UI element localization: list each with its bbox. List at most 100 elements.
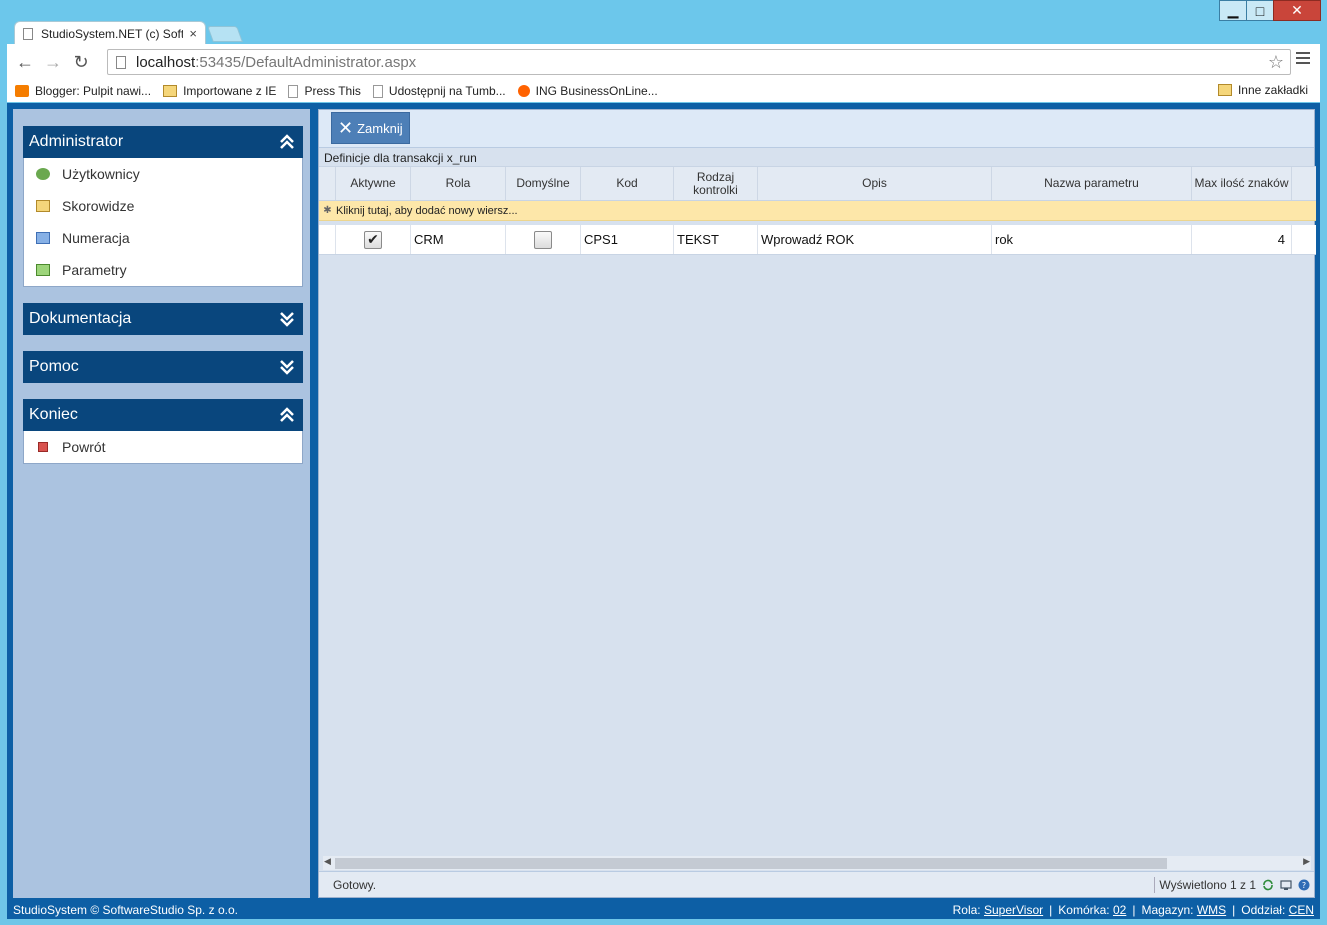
app-frame: Administrator Użytkownicy Skorowidze Num… (7, 103, 1320, 919)
panel-body: Powrót (23, 431, 303, 464)
folder-icon (1217, 84, 1232, 96)
chevron-down-icon[interactable] (279, 359, 295, 375)
page-icon (116, 55, 126, 69)
sidebar-item-powrot[interactable]: Powrót (24, 431, 302, 463)
column-header[interactable]: Rodzaj kontrolki (674, 167, 758, 200)
horizontal-scrollbar[interactable]: ◀ ▶ (323, 856, 1311, 870)
column-header[interactable]: Opis (758, 167, 992, 200)
panel-title: Dokumentacja (29, 310, 132, 327)
tab-title: StudioSystem.NET (c) Soft (41, 26, 184, 41)
close-icon: ✕ (338, 117, 354, 138)
page-icon (372, 84, 383, 98)
table-cell[interactable]: rok (992, 225, 1192, 254)
chevron-up-icon[interactable] (279, 134, 295, 150)
url-path: :53435/DefaultAdministrator.aspx (195, 53, 417, 71)
column-header[interactable]: Rola (411, 167, 506, 200)
new-tab-button[interactable] (207, 26, 243, 42)
column-header[interactable]: Aktywne (336, 167, 411, 200)
app-footer: StudioSystem © SoftwareStudio Sp. z o.o.… (7, 900, 1320, 919)
komorka-link[interactable]: 02 (1113, 903, 1126, 917)
maximize-button[interactable]: □ (1246, 0, 1274, 21)
panel-header[interactable]: Pomoc (23, 351, 303, 383)
copyright-text: StudioSystem © SoftwareStudio Sp. z o.o. (13, 902, 238, 917)
aktywne-cell[interactable]: ✔ (336, 225, 411, 254)
action-toolbar: ✕ Zamknij (319, 110, 1314, 148)
sidebar: Administrator Użytkownicy Skorowidze Num… (13, 109, 310, 898)
panel-title: Koniec (29, 406, 78, 423)
grid-header: Aktywne Rola Domyślne Kod Rodzaj kontrol… (319, 166, 1316, 201)
table-cell[interactable]: Wprowadź ROK (758, 225, 992, 254)
panel-header[interactable]: Dokumentacja (23, 303, 303, 335)
column-header[interactable]: Nazwa parametru (992, 167, 1192, 200)
oddzial-link[interactable]: CEN (1289, 903, 1314, 917)
browser-tab[interactable]: StudioSystem.NET (c) Soft × (14, 21, 206, 45)
chevron-up-icon[interactable] (279, 407, 295, 423)
scroll-left-icon[interactable]: ◀ (324, 856, 331, 867)
folder-icon (163, 85, 178, 97)
bookmark-item[interactable]: Press This (288, 84, 361, 98)
chevron-down-icon[interactable] (279, 311, 295, 327)
bookmark-star-icon[interactable]: ☆ (1268, 52, 1284, 73)
panel-pomoc: Pomoc (23, 351, 303, 383)
back-icon[interactable]: ← (11, 52, 39, 73)
column-header[interactable]: Max ilość znaków (1192, 167, 1292, 200)
bookmark-item[interactable]: Importowane z IE (163, 84, 276, 98)
main-content: ✕ Zamknij Definicje dla transakcji x_run… (318, 109, 1316, 898)
help-icon[interactable]: ? (1298, 879, 1310, 891)
panel-header[interactable]: Administrator (23, 126, 303, 158)
panel-body: Użytkownicy Skorowidze Numeracja Paramet… (23, 158, 303, 287)
domyslne-cell[interactable] (506, 225, 581, 254)
records-shown: Wyświetlono 1 z 1 (1159, 878, 1256, 892)
sidebar-item-parametry[interactable]: Parametry (24, 254, 302, 286)
panel-header[interactable]: Koniec (23, 399, 303, 431)
table-cell[interactable]: CPS1 (581, 225, 674, 254)
data-grid: Aktywne Rola Domyślne Kod Rodzaj kontrol… (319, 166, 1316, 255)
svg-text:?: ? (1302, 881, 1306, 890)
column-header[interactable]: Kod (581, 167, 674, 200)
address-bar[interactable]: localhost:53435/DefaultAdministrator.asp… (107, 49, 1291, 75)
browser-toolbar: ← → ↻ localhost:53435/DefaultAdministrat… (0, 44, 1327, 80)
url-host: localhost (136, 53, 196, 71)
forward-icon[interactable]: → (39, 52, 67, 73)
browser-menu-icon[interactable] (1296, 52, 1310, 67)
folder-icon (36, 232, 50, 244)
reload-icon[interactable]: ↻ (67, 52, 95, 73)
checkbox-checked[interactable]: ✔ (364, 230, 382, 249)
zamknij-button[interactable]: ✕ Zamknij (331, 112, 410, 144)
checkbox-unchecked[interactable] (534, 230, 552, 249)
sidebar-item-numeracja[interactable]: Numeracja (24, 222, 302, 254)
grid-statusbar: Gotowy. Wyświetlono 1 z 1 ? (319, 871, 1314, 897)
tab-close-icon[interactable]: × (189, 26, 197, 41)
table-cell[interactable]: 4 (1192, 225, 1292, 254)
minimize-button[interactable]: ▁ (1219, 0, 1247, 21)
column-header[interactable]: Domyślne (506, 167, 581, 200)
magazyn-link[interactable]: WMS (1197, 903, 1226, 917)
window-titlebar: ▁ □ ✕ StudioSystem.NET (c) Soft × (0, 0, 1327, 45)
refresh-icon[interactable] (1262, 879, 1274, 891)
panel-title: Administrator (29, 133, 124, 150)
bookmark-item[interactable]: Blogger: Pulpit nawi... (15, 84, 151, 98)
scrollbar-thumb[interactable] (335, 858, 1167, 869)
bookmark-item[interactable]: ING BusinessOnLine... (517, 84, 658, 98)
panel-administrator: Administrator Użytkownicy Skorowidze Num… (23, 126, 303, 287)
other-bookmarks[interactable]: Inne zakładki (1217, 83, 1308, 97)
users-icon (36, 168, 50, 180)
panel-dokumentacja: Dokumentacja (23, 303, 303, 335)
rola-link[interactable]: SuperVisor (984, 903, 1043, 917)
panel-koniec: Koniec Powrót (23, 399, 303, 464)
asterisk-icon: ✱ (323, 205, 332, 216)
close-window-button[interactable]: ✕ (1273, 0, 1321, 21)
table-cell[interactable]: TEKST (674, 225, 758, 254)
table-row[interactable]: ✔ CRM CPS1 TEKST Wprowadź ROK rok 4 (319, 225, 1316, 255)
sidebar-item-uzytkownicy[interactable]: Użytkownicy (24, 158, 302, 190)
folder-icon (36, 200, 50, 212)
export-icon[interactable] (1280, 879, 1292, 891)
panel-title: Pomoc (29, 358, 79, 375)
add-row-button[interactable]: ✱ Kliknij tutaj, aby dodać nowy wiersz..… (319, 201, 1316, 221)
folder-icon (36, 264, 50, 276)
scroll-right-icon[interactable]: ▶ (1303, 856, 1310, 867)
bookmark-item[interactable]: Udostępnij na Tumb... (372, 84, 506, 98)
sidebar-item-skorowidze[interactable]: Skorowidze (24, 190, 302, 222)
table-cell[interactable]: CRM (411, 225, 506, 254)
page-icon (23, 27, 33, 40)
